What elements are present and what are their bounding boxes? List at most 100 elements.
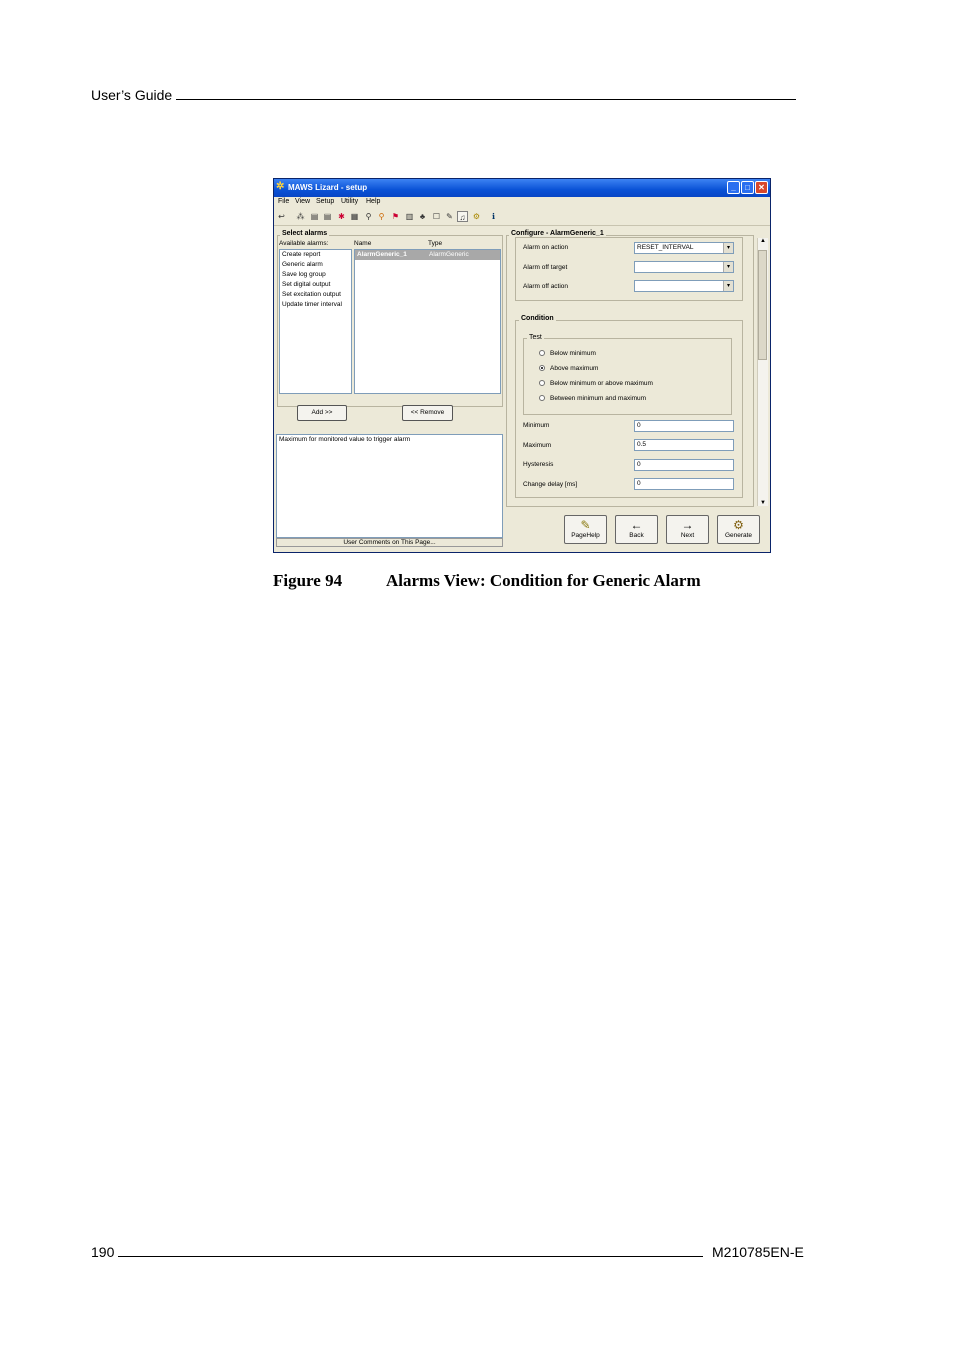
figure-label: Figure 94	[273, 571, 343, 590]
hysteresis-label: Hysteresis	[523, 461, 554, 468]
document-icon[interactable]: ☐	[431, 211, 442, 222]
logging-icon[interactable]: ▥	[404, 211, 415, 222]
sensor-icon[interactable]: ✱	[336, 211, 347, 222]
close-button[interactable]: ✕	[755, 181, 768, 194]
network-icon[interactable]: ♣	[417, 211, 428, 222]
radio-between-min-and-max[interactable]: Between minimum and maximum	[539, 395, 646, 402]
radio-below-minimum[interactable]: Below minimum	[539, 350, 596, 357]
vertical-scrollbar[interactable]: ▲ ▼	[757, 238, 768, 506]
name-column-header: Name	[354, 240, 372, 247]
device-config-icon[interactable]: ▤	[322, 211, 333, 222]
user-comments-box[interactable]: Maximum for monitored value to trigger a…	[276, 434, 503, 538]
help-icon: ✎	[580, 518, 591, 532]
window-title: MAWS Lizard - setup	[288, 183, 368, 192]
available-alarms-label: Available alarms:	[279, 240, 329, 247]
list-item[interactable]: Save log group	[280, 270, 351, 280]
pagehelp-button[interactable]: ✎ PageHelp	[564, 515, 607, 544]
generate-button[interactable]: ⚙ Generate	[717, 515, 760, 544]
menu-setup[interactable]: Setup	[316, 198, 334, 205]
maximize-button[interactable]: □	[741, 181, 754, 194]
process-icon[interactable]: ⚲	[363, 211, 374, 222]
menu-bar: File View Setup Utility Help	[274, 197, 770, 208]
page-number: 190	[91, 1244, 704, 1260]
chevron-down-icon[interactable]: ▾	[723, 281, 733, 291]
table-row[interactable]: AlarmGeneric_1 AlarmGeneric	[355, 250, 500, 260]
user-comments-button[interactable]: User Comments on This Page...	[276, 538, 503, 547]
chevron-down-icon[interactable]: ▾	[723, 262, 733, 272]
scroll-thumb[interactable]	[758, 250, 767, 360]
list-item[interactable]: Update timer interval	[280, 300, 351, 310]
alarm-name-cell: AlarmGeneric_1	[357, 251, 407, 258]
available-alarms-list[interactable]: Create report Generic alarm Save log gro…	[279, 249, 352, 394]
alarm-bell-icon[interactable]: ♫	[457, 211, 468, 222]
generate-icon[interactable]: ⚙	[471, 211, 482, 222]
info-icon[interactable]: ℹ	[488, 211, 499, 222]
remove-button[interactable]: << Remove	[402, 405, 453, 421]
condition-title: Condition	[519, 315, 556, 322]
alarm-off-action-label: Alarm off action	[523, 283, 569, 290]
alarm-type-cell: AlarmGeneric	[429, 251, 469, 258]
menu-help[interactable]: Help	[366, 198, 380, 205]
generate-label: Generate	[724, 532, 753, 539]
test-title: Test	[527, 334, 544, 341]
lizard-app-icon: ✲	[276, 181, 285, 192]
selected-alarms-list[interactable]: AlarmGeneric_1 AlarmGeneric	[354, 249, 501, 394]
alarm-on-action-select[interactable]: RESET_INTERVAL ▾	[634, 242, 734, 254]
pen-icon[interactable]: ✎	[444, 211, 455, 222]
timer-icon[interactable]: ⚲	[376, 211, 387, 222]
alarm-off-target-select[interactable]: ▾	[634, 261, 734, 273]
type-column-header: Type	[428, 240, 443, 247]
radio-circle-selected	[539, 365, 545, 372]
radio-below-min-or-above-max[interactable]: Below minimum or above maximum	[539, 380, 653, 387]
radio-circle	[539, 395, 545, 402]
toolbar: ↩ ⁂ ▤ ▤ ✱ ▦ ⚲ ⚲ ⚑ ▥ ♣ ☐ ✎ ♫ ⚙ ℹ	[274, 209, 770, 226]
pagehelp-label: PageHelp	[571, 532, 600, 539]
scroll-up-icon[interactable]: ▲	[758, 238, 768, 244]
gears-icon: ⚙	[733, 518, 744, 532]
radio-label: Above maximum	[550, 365, 599, 372]
minimum-label: Minimum	[523, 422, 550, 429]
change-delay-label: Change delay [ms]	[523, 481, 578, 488]
radio-label: Between minimum and maximum	[550, 395, 647, 402]
device-icon[interactable]: ▤	[309, 211, 320, 222]
minimize-button[interactable]: _	[727, 181, 740, 194]
back-button[interactable]: ← Back	[615, 515, 658, 544]
tree-icon[interactable]: ⁂	[295, 211, 306, 222]
menu-utility[interactable]: Utility	[341, 198, 358, 205]
maximum-field[interactable]: 0.5	[634, 439, 734, 451]
minimum-field[interactable]: 0	[634, 420, 734, 432]
calculation-icon[interactable]: ▦	[349, 211, 360, 222]
radio-circle	[539, 380, 545, 387]
connect-icon[interactable]: ↩	[276, 211, 287, 222]
next-button[interactable]: → Next	[666, 515, 709, 544]
hysteresis-field[interactable]: 0	[634, 459, 734, 471]
comment-text: Maximum for monitored value to trigger a…	[279, 436, 411, 443]
document-code: M210785EN-E	[712, 1244, 804, 1260]
flag-icon[interactable]: ⚑	[390, 211, 401, 222]
app-window: ✲ MAWS Lizard - setup _ □ ✕ File View Se…	[273, 178, 771, 553]
list-item[interactable]: Set digital output	[280, 280, 351, 290]
figure-title: Alarms View: Condition for Generic Alarm	[386, 571, 701, 590]
title-bar[interactable]: ✲ MAWS Lizard - setup _ □ ✕	[274, 179, 770, 197]
alarm-on-action-label: Alarm on action	[523, 244, 569, 251]
list-item[interactable]: Create report	[280, 250, 351, 260]
configure-title: Configure - AlarmGeneric_1	[509, 230, 606, 237]
radio-label: Below minimum or above maximum	[550, 380, 653, 387]
figure-caption: Figure 94 Alarms View: Condition for Gene…	[273, 571, 701, 591]
select-alarms-title: Select alarms	[280, 230, 330, 237]
radio-above-maximum[interactable]: Above maximum	[539, 365, 598, 372]
menu-file[interactable]: File	[278, 198, 289, 205]
maximum-label: Maximum	[523, 442, 552, 449]
alarm-off-action-select[interactable]: ▾	[634, 280, 734, 292]
list-item[interactable]: Generic alarm	[280, 260, 351, 270]
chevron-down-icon[interactable]: ▾	[723, 243, 733, 253]
add-button[interactable]: Add >>	[297, 405, 347, 421]
running-header: User’s Guide	[91, 87, 797, 103]
scroll-down-icon[interactable]: ▼	[758, 500, 768, 506]
change-delay-field[interactable]: 0	[634, 478, 734, 490]
list-item[interactable]: Set excitation output	[280, 290, 351, 300]
menu-view[interactable]: View	[295, 198, 310, 205]
radio-circle	[539, 350, 545, 357]
alarm-off-target-label: Alarm off target	[523, 264, 568, 271]
arrow-left-icon: ←	[630, 518, 643, 532]
